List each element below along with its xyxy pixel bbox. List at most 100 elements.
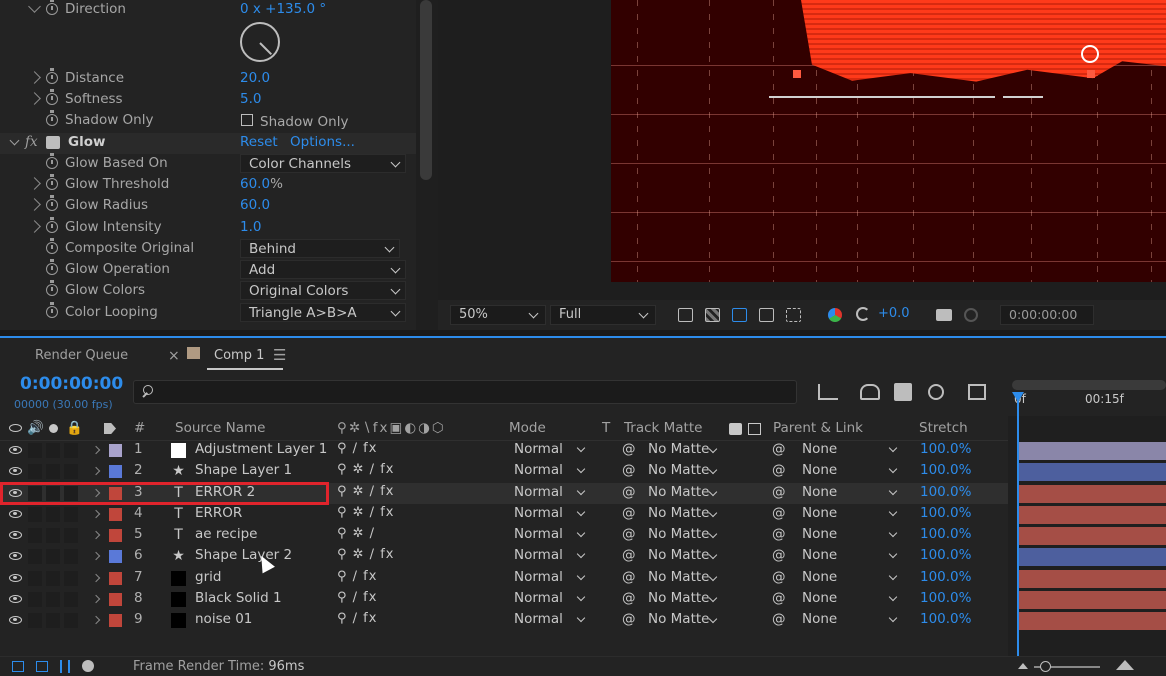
blend-mode-dropdown[interactable]: Normal [508,505,590,524]
stopwatch-icon[interactable] [46,0,58,15]
lock-toggle[interactable] [64,443,78,458]
layer-name[interactable]: Black Solid 1 [195,590,282,606]
layer-row[interactable]: 5 T ae recipe ⚲ ✲ ∕ Normal @ No Matte @ … [0,525,1166,546]
channel-icon[interactable] [828,308,842,322]
glow-threshold-value[interactable]: 60.0 [240,176,270,192]
layer-switches-icon[interactable] [36,661,48,672]
layer-duration-bar[interactable] [1018,612,1166,630]
mask-visibility-icon[interactable] [732,308,747,322]
layer-row[interactable]: 2 ★ Shape Layer 1 ⚲ ✲ ∕ fx Normal @ No M… [0,461,1166,482]
stopwatch-icon[interactable] [46,153,58,169]
panel-menu-icon[interactable]: ☰ [273,346,286,364]
glow-options-link[interactable]: Options... [290,134,355,150]
glow-radius-value[interactable]: 60.0 [240,197,270,213]
region-of-interest-icon[interactable] [759,308,774,322]
effect-controls-scrollbar[interactable] [416,0,438,330]
stopwatch-icon[interactable] [46,217,58,233]
composite-original-dropdown[interactable]: Behind [240,239,400,258]
expand-triangle-icon[interactable] [91,573,101,583]
blend-mode-dropdown[interactable]: Normal [508,441,590,460]
track-matte-dropdown[interactable]: No Matte [648,441,709,457]
reset-exposure-icon[interactable] [856,307,870,321]
zoom-out-icon[interactable] [1018,663,1028,669]
track-matte-pickwhip-icon[interactable]: @ [622,526,636,542]
parent-dropdown[interactable]: None [796,590,906,609]
layer-duration-bar[interactable] [1018,591,1166,609]
parent-pickwhip-icon[interactable]: @ [772,441,786,457]
stretch-value[interactable]: 100.0% [920,569,971,585]
layer-switches[interactable]: ⚲ ✲ ∕ fx [337,505,394,520]
expand-triangle-icon[interactable] [91,551,101,561]
stopwatch-icon[interactable] [46,174,58,190]
parent-pickwhip-icon[interactable]: @ [772,484,786,500]
blend-mode-dropdown[interactable]: Normal [508,569,590,588]
track-matte-pickwhip-icon[interactable]: @ [622,569,636,585]
blend-mode-dropdown[interactable]: Normal [508,462,590,481]
parent-dropdown[interactable]: None [796,547,906,566]
audio-toggle[interactable] [28,613,42,628]
parent-pickwhip-icon[interactable]: @ [772,505,786,521]
parent-pickwhip-icon[interactable]: @ [772,569,786,585]
parent-dropdown[interactable]: None [796,526,906,545]
track-matte-dropdown[interactable]: No Matte [648,462,709,478]
layer-name[interactable]: Adjustment Layer 1 [195,441,327,457]
zoom-slider-handle[interactable] [1040,661,1051,672]
time-ruler[interactable]: 0f 00:15f [1008,378,1166,416]
stopwatch-icon[interactable] [46,68,58,84]
layer-duration-bar[interactable] [1018,506,1166,524]
fast-preview-icon[interactable] [678,308,693,322]
solo-toggle[interactable] [46,507,60,522]
layer-name[interactable]: ae recipe [195,526,257,542]
expand-triangle-icon[interactable] [28,71,41,84]
audio-toggle[interactable] [28,464,42,479]
track-matte-pickwhip-icon[interactable]: @ [622,611,636,627]
layer-duration-bar[interactable] [1018,463,1166,481]
lock-toggle[interactable] [64,613,78,628]
layer-switches[interactable]: ⚲ ∕ fx [337,590,377,605]
layer-duration-bar[interactable] [1018,548,1166,566]
lock-toggle[interactable] [64,507,78,522]
layer-switches[interactable]: ⚲ ✲ ∕ fx [337,462,394,477]
parent-dropdown[interactable]: None [796,505,906,524]
expand-triangle-icon[interactable] [91,509,101,519]
expand-triangle-icon[interactable] [91,466,101,476]
label-color-swatch[interactable] [109,508,122,521]
layer-switches[interactable]: ⚲ ✲ ∕ [337,526,375,541]
layer-duration-bar[interactable] [1018,485,1166,503]
solo-toggle[interactable] [46,549,60,564]
stretch-value[interactable]: 100.0% [920,441,971,457]
viewer-timecode-field[interactable]: 0:00:00:00 [1000,305,1094,325]
parent-pickwhip-icon[interactable]: @ [772,526,786,542]
direction-value[interactable]: 0 x +135.0 ° [240,1,326,17]
blend-mode-dropdown[interactable]: Normal [508,590,590,609]
parent-dropdown[interactable]: None [796,611,906,630]
audio-toggle[interactable] [28,507,42,522]
resolution-dropdown[interactable]: Full [550,305,656,325]
solo-toggle[interactable] [46,464,60,479]
layer-name[interactable]: noise 01 [195,611,252,627]
scrollbar-thumb[interactable] [420,0,432,180]
expand-triangle-icon[interactable] [28,92,41,105]
track-matte-dropdown[interactable]: No Matte [648,547,709,563]
label-color-swatch[interactable] [109,444,122,457]
track-matte-dropdown[interactable]: No Matte [648,569,709,585]
label-color-swatch[interactable] [109,529,122,542]
layer-duration-bar[interactable] [1018,442,1166,460]
draft-3d-icon[interactable] [860,384,880,400]
solo-toggle[interactable] [46,613,60,628]
stopwatch-icon[interactable] [46,302,58,318]
layer-switches[interactable]: ⚲ ∕ fx [337,611,377,626]
track-matte-dropdown[interactable]: No Matte [648,526,709,542]
solo-toggle[interactable] [46,443,60,458]
glow-based-on-dropdown[interactable]: Color Channels [240,154,406,173]
color-looping-dropdown[interactable]: Triangle A>B>A [240,303,406,322]
expand-triangle-icon[interactable] [91,594,101,604]
collapse-triangle-icon[interactable] [28,0,41,13]
glow-threshold-value-group[interactable]: 60.0% [240,176,283,192]
stretch-value[interactable]: 100.0% [920,590,971,606]
work-area-bar[interactable] [1012,380,1166,390]
lock-toggle[interactable] [64,464,78,479]
expand-triangle-icon[interactable] [91,445,101,455]
glow-operation-dropdown[interactable]: Add [240,260,406,279]
bounding-handle[interactable] [793,70,801,78]
